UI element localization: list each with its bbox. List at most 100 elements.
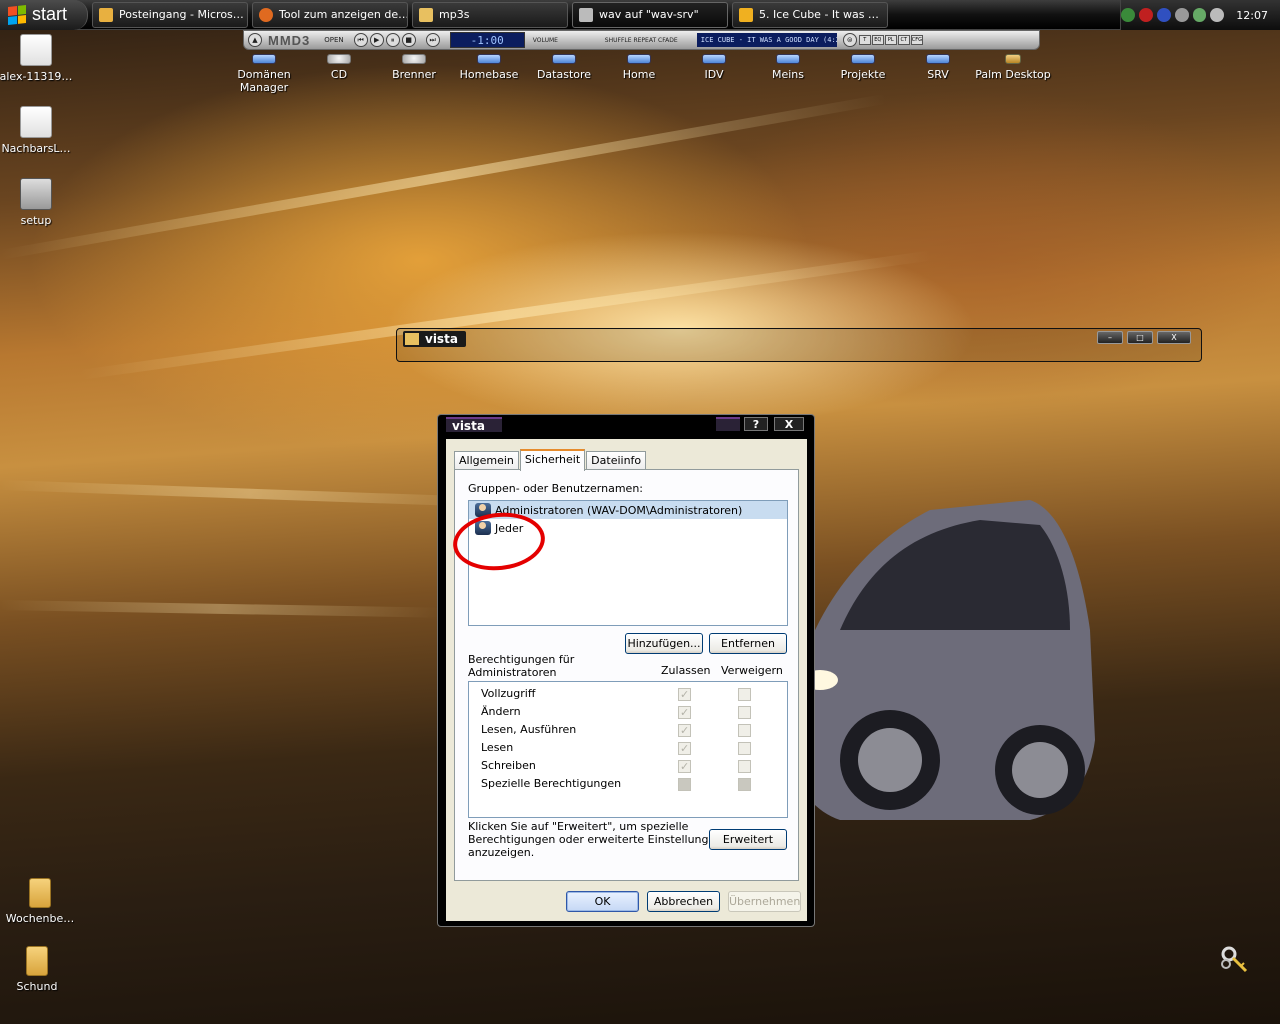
network-drive-icon	[776, 54, 800, 64]
allow-checkbox[interactable]	[678, 704, 691, 722]
taskbar: start Posteingang - Micros… Tool zum anz…	[0, 0, 1280, 30]
connection-tray-icon[interactable]	[1192, 8, 1207, 22]
next-icon[interactable]: ⏭	[425, 33, 440, 47]
volume-tray-icon[interactable]	[1210, 8, 1225, 22]
player-toggle-pl[interactable]: PL	[884, 35, 897, 45]
allow-checkbox[interactable]	[678, 740, 691, 758]
permission-row: Lesen	[469, 739, 787, 758]
burner-drive-icon	[402, 54, 426, 64]
network-drive-icon	[926, 54, 950, 64]
desktop-icon-srv[interactable]: SRV	[900, 54, 976, 81]
taskbar-item-posteingang[interactable]: Posteingang - Micros…	[92, 1, 248, 28]
desktop-icon-domaenen-manager[interactable]: Domänen Manager	[226, 54, 302, 94]
desktop-icon-idv[interactable]: IDV	[676, 54, 752, 81]
windows-logo-icon	[8, 4, 26, 25]
permissions-user-label: Administratoren	[468, 666, 557, 679]
light-streak	[0, 600, 441, 618]
desktop-icon-projekte[interactable]: Projekte	[825, 54, 901, 81]
antivirus-tray-icon[interactable]	[1156, 8, 1171, 22]
taskbar-item-firefox[interactable]: Tool zum anzeigen de…	[252, 1, 408, 28]
tab-dateiinfo[interactable]: Dateiinfo	[586, 451, 647, 470]
taskbar-item-wav-srv[interactable]: wav auf "wav-srv"	[572, 1, 728, 28]
tab-sicherheit[interactable]: Sicherheit	[519, 449, 586, 471]
desktop-icon-wochenbe[interactable]: Wochenbe…	[2, 878, 78, 925]
start-button[interactable]: start	[0, 0, 88, 30]
allow-checkbox[interactable]	[678, 758, 691, 776]
winamp-icon	[739, 7, 753, 22]
allow-header: Zulassen	[661, 664, 711, 677]
desktop-icon-setup[interactable]: setup	[0, 178, 74, 227]
minimize-button[interactable]: –	[1097, 331, 1123, 344]
menu-button[interactable]: ▲	[248, 33, 262, 47]
remove-button[interactable]: Entfernen	[709, 633, 787, 654]
permission-row: Lesen, Ausführen	[469, 721, 787, 740]
network-drive-icon	[851, 54, 875, 64]
player-toggle-cfg[interactable]: CFG	[910, 35, 923, 45]
open-button[interactable]: OPEN	[324, 36, 343, 44]
outlook-icon	[99, 7, 113, 22]
player-toggle-t[interactable]: T	[858, 35, 871, 45]
close-button[interactable]: X	[1157, 331, 1191, 344]
permission-row: Vollzugriff	[469, 685, 787, 704]
deny-checkbox[interactable]	[738, 706, 751, 719]
network-drive-icon	[627, 54, 651, 64]
vista-explorer-window: vista – □ X	[396, 328, 1202, 362]
allow-checkbox[interactable]	[678, 778, 691, 791]
dialog-body: Allgemein Sicherheit Dateiinfo Gruppen- …	[446, 439, 807, 921]
desktop-icon-alex[interactable]: alex-11319…	[0, 34, 74, 83]
setup-icon	[20, 178, 52, 210]
desktop-icon-nachbars[interactable]: NachbarsL…	[0, 106, 74, 155]
network-drive-icon	[702, 54, 726, 64]
eject-icon[interactable]: ⊜	[842, 33, 857, 47]
playback-modes[interactable]: SHUFFLE REPEAT CFADE	[605, 37, 691, 44]
player-toggle-ct[interactable]: CT	[897, 35, 910, 45]
deny-checkbox[interactable]	[738, 778, 751, 791]
network-icon	[252, 54, 276, 64]
desktop-icon-brenner[interactable]: Brenner	[376, 54, 452, 81]
maximize-button[interactable]: □	[1127, 331, 1153, 344]
taskbar-item-mp3s[interactable]: mp3s	[412, 1, 568, 28]
media-player-bar: ▲ MMD3 OPEN ⏮ ▶ ⏸ ■ ⏭ -1:00 VOLUME SHUFF…	[243, 30, 1040, 50]
keys-icon[interactable]	[1220, 946, 1250, 974]
pause-icon[interactable]: ⏸	[385, 33, 400, 47]
network-drive-icon	[579, 7, 593, 22]
taskbar-item-winamp[interactable]: 5. Ice Cube - It was …	[732, 1, 888, 28]
system-tray: 12:07	[1120, 0, 1280, 30]
advanced-hint-line-1: Klicken Sie auf "Erweitert", um speziell…	[468, 820, 689, 833]
clock[interactable]: 12:07	[1236, 9, 1268, 22]
ok-button[interactable]: OK	[566, 891, 639, 912]
security-tray-icon[interactable]	[1138, 8, 1153, 22]
advanced-button[interactable]: Erweitert	[709, 829, 787, 850]
desktop-icon-home[interactable]: Home	[601, 54, 677, 81]
stop-icon[interactable]: ■	[401, 33, 416, 47]
palm-desktop-icon	[1005, 54, 1021, 64]
network-tray-icon[interactable]	[1121, 8, 1135, 22]
tab-allgemein[interactable]: Allgemein	[454, 451, 519, 470]
document-icon	[20, 34, 52, 66]
cancel-button[interactable]: Abbrechen	[647, 891, 720, 912]
network-drive-icon	[552, 54, 576, 64]
volume-slider[interactable]: VOLUME	[533, 37, 599, 44]
close-button[interactable]: X	[774, 417, 804, 431]
apply-button[interactable]: Übernehmen	[728, 891, 801, 912]
desktop-icon-datastore[interactable]: Datastore	[526, 54, 602, 81]
play-icon[interactable]: ▶	[369, 33, 384, 47]
deny-checkbox[interactable]	[738, 760, 751, 773]
add-button[interactable]: Hinzufügen...	[625, 633, 703, 654]
usb-tray-icon[interactable]	[1174, 8, 1189, 22]
player-toggle-eq[interactable]: EQ	[871, 35, 884, 45]
deny-checkbox[interactable]	[738, 724, 751, 737]
desktop-icon-homebase[interactable]: Homebase	[451, 54, 527, 81]
desktop-icon-schund[interactable]: Schund	[0, 946, 75, 993]
previous-icon[interactable]: ⏮	[353, 33, 368, 47]
desktop-icon-meins[interactable]: Meins	[750, 54, 826, 81]
help-button[interactable]: ?	[744, 417, 768, 431]
allow-checkbox[interactable]	[678, 686, 691, 704]
desktop-icon-palm-desktop[interactable]: Palm Desktop	[975, 54, 1051, 81]
cd-drive-icon	[327, 54, 351, 64]
groups-label: Gruppen- oder Benutzernamen:	[468, 482, 644, 495]
deny-checkbox[interactable]	[738, 688, 751, 701]
allow-checkbox[interactable]	[678, 722, 691, 740]
desktop-icon-cd[interactable]: CD	[301, 54, 377, 81]
deny-checkbox[interactable]	[738, 742, 751, 755]
